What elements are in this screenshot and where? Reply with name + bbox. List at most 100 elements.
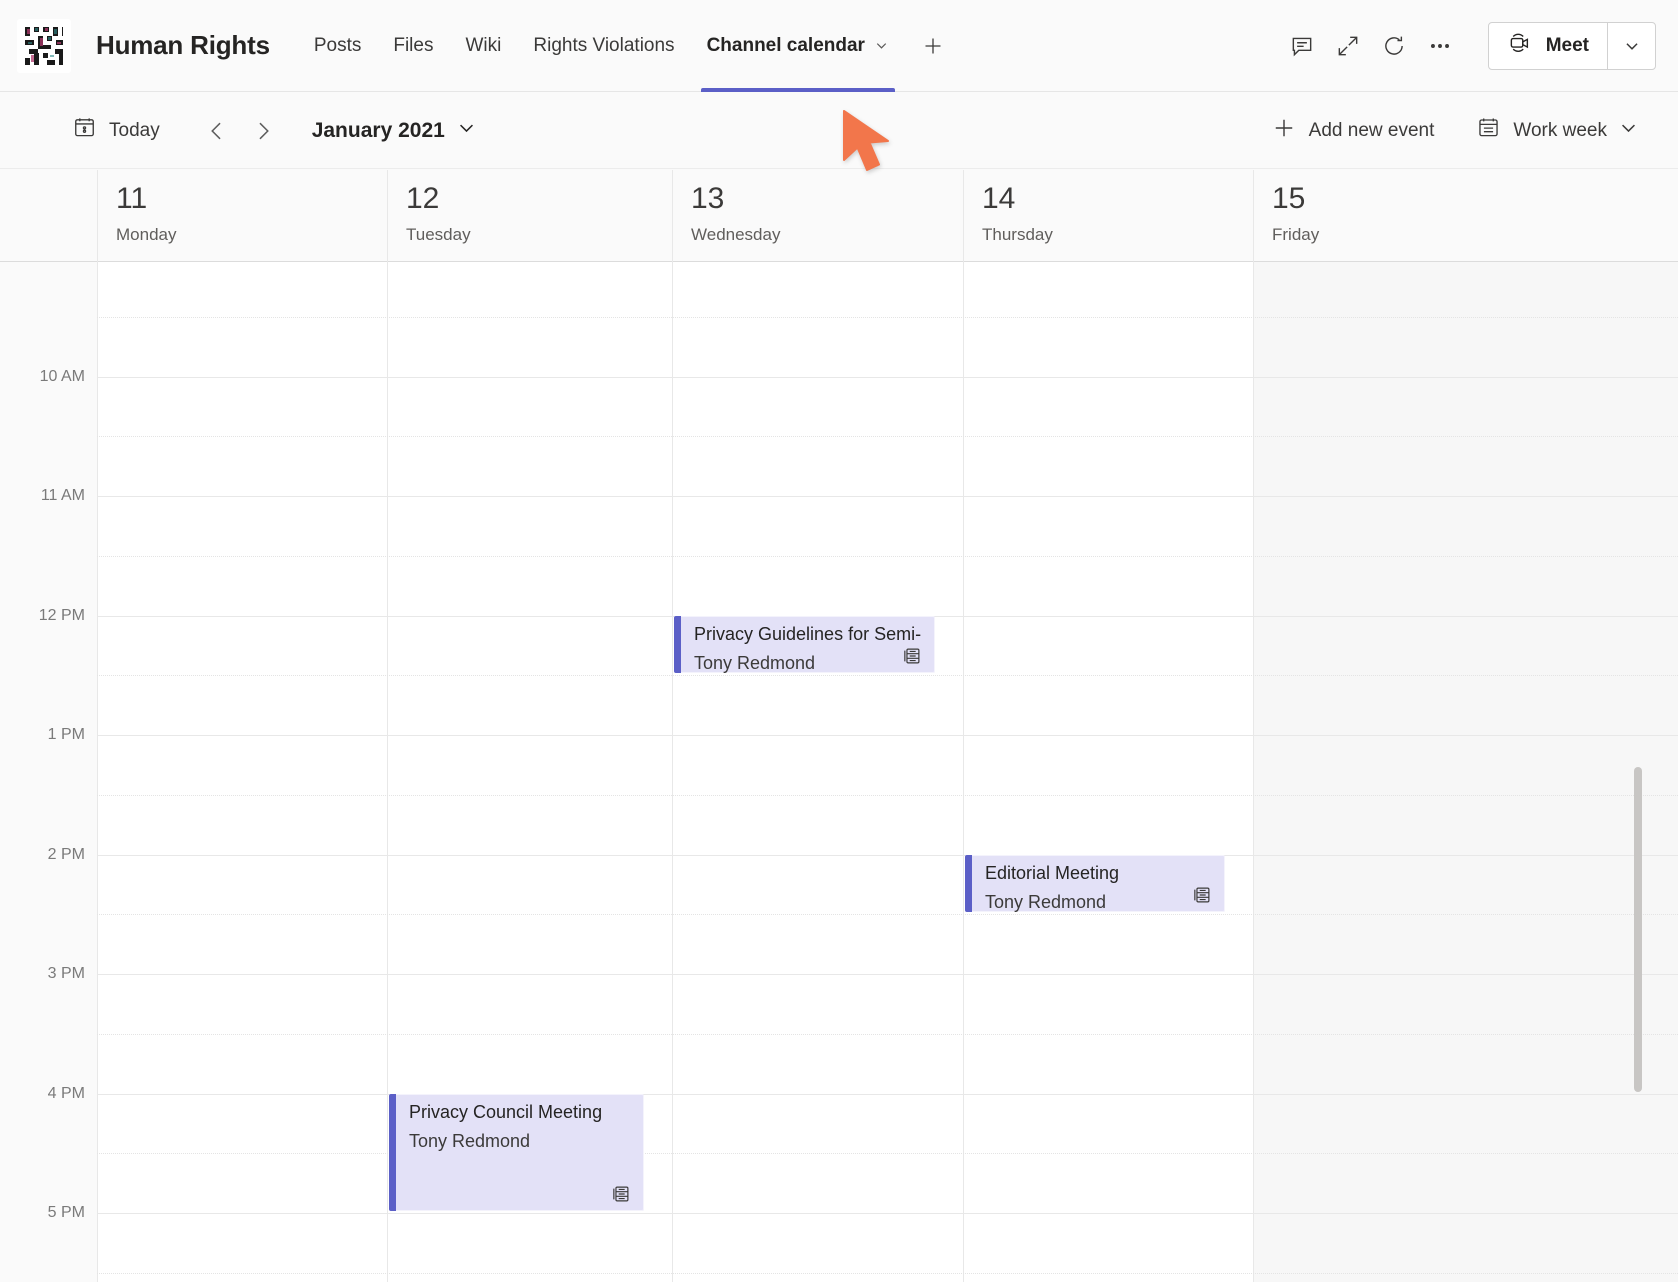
time-gutter: 10 AM11 AM12 PM1 PM2 PM3 PM4 PM5 PM bbox=[0, 262, 97, 1282]
meet-label: Meet bbox=[1546, 35, 1589, 57]
calendar-today-icon bbox=[72, 115, 97, 146]
month-selector[interactable]: January 2021 bbox=[312, 118, 476, 143]
today-label: Today bbox=[109, 120, 160, 142]
chevron-down-icon[interactable] bbox=[874, 38, 889, 53]
add-new-event-button[interactable]: Add new event bbox=[1261, 107, 1445, 155]
meet-button-group: Meet bbox=[1488, 22, 1656, 70]
more-options-icon[interactable] bbox=[1418, 24, 1462, 68]
half-hour-gridline bbox=[97, 317, 1678, 318]
day-header-monday: 11 Monday bbox=[97, 170, 387, 262]
view-selector[interactable]: Work week bbox=[1466, 107, 1648, 154]
event-organizer: Tony Redmond bbox=[409, 1131, 530, 1152]
channel-meeting-icon bbox=[1191, 884, 1213, 906]
half-hour-gridline bbox=[97, 1153, 1678, 1154]
time-label: 12 PM bbox=[39, 607, 85, 625]
half-hour-gridline bbox=[97, 914, 1678, 915]
event-organizer: Tony Redmond bbox=[985, 892, 1106, 913]
channel-meeting-icon bbox=[901, 645, 923, 667]
day-headers-row: 11Monday12Tuesday13Wednesday14Thursday15… bbox=[0, 170, 1678, 262]
event-accent-bar bbox=[965, 855, 972, 913]
toolbar-right-actions: Add new event Work week bbox=[1261, 107, 1678, 155]
chevron-down-icon bbox=[1619, 118, 1638, 143]
calendar-view: 11Monday12Tuesday13Wednesday14Thursday15… bbox=[0, 170, 1678, 1282]
hour-gridline bbox=[97, 974, 1678, 975]
expand-icon[interactable] bbox=[1326, 24, 1370, 68]
day-column-monday[interactable] bbox=[97, 262, 387, 1282]
month-label: January 2021 bbox=[312, 119, 445, 143]
calendar-event[interactable]: Privacy Guidelines for Semi-Tony Redmond bbox=[674, 616, 935, 674]
time-gutter-spacer bbox=[0, 170, 97, 262]
time-label: 4 PM bbox=[48, 1085, 85, 1103]
day-name: Wednesday bbox=[691, 225, 963, 245]
header-actions: Meet bbox=[1280, 0, 1678, 92]
calendar-grid-scroll[interactable]: 10 AM11 AM12 PM1 PM2 PM3 PM4 PM5 PM Priv… bbox=[0, 262, 1678, 1282]
half-hour-gridline bbox=[97, 795, 1678, 796]
team-title: Human Rights bbox=[96, 30, 270, 61]
tab-channel-calendar[interactable]: Channel calendar bbox=[691, 0, 905, 92]
channel-header: Human Rights Posts Files Wiki Rights Vio… bbox=[0, 0, 1678, 92]
refresh-icon[interactable] bbox=[1372, 24, 1416, 68]
channel-meeting-icon bbox=[610, 1183, 632, 1205]
time-label: 10 AM bbox=[40, 368, 85, 386]
event-accent-bar bbox=[389, 1094, 396, 1212]
chat-icon[interactable] bbox=[1280, 24, 1324, 68]
tab-wiki-label: Wiki bbox=[465, 35, 501, 57]
chevron-down-icon bbox=[457, 118, 476, 143]
day-name: Tuesday bbox=[406, 225, 672, 245]
tab-rights-violations[interactable]: Rights Violations bbox=[517, 0, 690, 92]
team-avatar-icon bbox=[17, 19, 71, 73]
tab-channel-calendar-label: Channel calendar bbox=[707, 35, 865, 57]
day-column-friday[interactable] bbox=[1253, 262, 1678, 1282]
previous-week-button[interactable] bbox=[194, 108, 240, 154]
hour-gridline bbox=[97, 855, 1678, 856]
day-name: Friday bbox=[1272, 225, 1678, 245]
time-label: 5 PM bbox=[48, 1204, 85, 1222]
tab-wiki[interactable]: Wiki bbox=[449, 0, 517, 92]
hour-gridline bbox=[97, 1094, 1678, 1095]
day-number: 12 bbox=[406, 184, 672, 214]
video-camera-icon bbox=[1507, 29, 1534, 62]
time-label: 2 PM bbox=[48, 846, 85, 864]
tab-rights-violations-label: Rights Violations bbox=[533, 35, 674, 57]
calendar-event[interactable]: Editorial Meeting Tony Redmond bbox=[965, 855, 1225, 913]
next-week-button[interactable] bbox=[240, 108, 286, 154]
plus-icon bbox=[1271, 115, 1297, 147]
teams-channel-calendar-app: Human Rights Posts Files Wiki Rights Vio… bbox=[0, 0, 1678, 1282]
day-name: Monday bbox=[116, 225, 387, 245]
meet-button[interactable]: Meet bbox=[1489, 23, 1607, 69]
day-number: 11 bbox=[116, 184, 387, 214]
day-column-thursday[interactable] bbox=[963, 262, 1253, 1282]
day-name: Thursday bbox=[982, 225, 1253, 245]
tab-posts[interactable]: Posts bbox=[298, 0, 378, 92]
event-title: Privacy Council Meeting bbox=[409, 1102, 630, 1123]
half-hour-gridline bbox=[97, 436, 1678, 437]
today-button[interactable]: Today bbox=[62, 107, 170, 154]
calendar-event[interactable]: Privacy Council Meeting Tony Redmond bbox=[389, 1094, 644, 1212]
half-hour-gridline bbox=[97, 1034, 1678, 1035]
view-label: Work week bbox=[1513, 120, 1607, 142]
calendar-view-icon bbox=[1476, 115, 1501, 146]
hour-gridline bbox=[97, 377, 1678, 378]
day-number: 13 bbox=[691, 184, 963, 214]
calendar-grid: 10 AM11 AM12 PM1 PM2 PM3 PM4 PM5 PM Priv… bbox=[0, 262, 1678, 1282]
half-hour-gridline bbox=[97, 675, 1678, 676]
add-tab-button[interactable] bbox=[911, 0, 955, 92]
channel-tabs: Posts Files Wiki Rights Violations Chann… bbox=[298, 0, 955, 92]
tab-files-label: Files bbox=[393, 35, 433, 57]
half-hour-gridline bbox=[97, 1273, 1678, 1274]
day-header-wednesday: 13 Wednesday bbox=[672, 170, 963, 262]
event-title: Privacy Guidelines for Semi- bbox=[694, 624, 921, 645]
meet-dropdown-button[interactable] bbox=[1607, 23, 1655, 69]
day-header-tuesday: 12 Tuesday bbox=[387, 170, 672, 262]
day-column-wednesday[interactable] bbox=[672, 262, 963, 1282]
tab-files[interactable]: Files bbox=[377, 0, 449, 92]
vertical-scrollbar[interactable] bbox=[1634, 767, 1642, 1092]
time-label: 1 PM bbox=[48, 726, 85, 744]
hour-gridline bbox=[97, 496, 1678, 497]
time-label: 3 PM bbox=[48, 965, 85, 983]
day-number: 15 bbox=[1272, 184, 1678, 214]
day-header-friday: 15 Friday bbox=[1253, 170, 1678, 262]
event-title: Editorial Meeting bbox=[985, 863, 1211, 884]
add-new-event-label: Add new event bbox=[1309, 120, 1435, 142]
event-accent-bar bbox=[674, 616, 681, 674]
